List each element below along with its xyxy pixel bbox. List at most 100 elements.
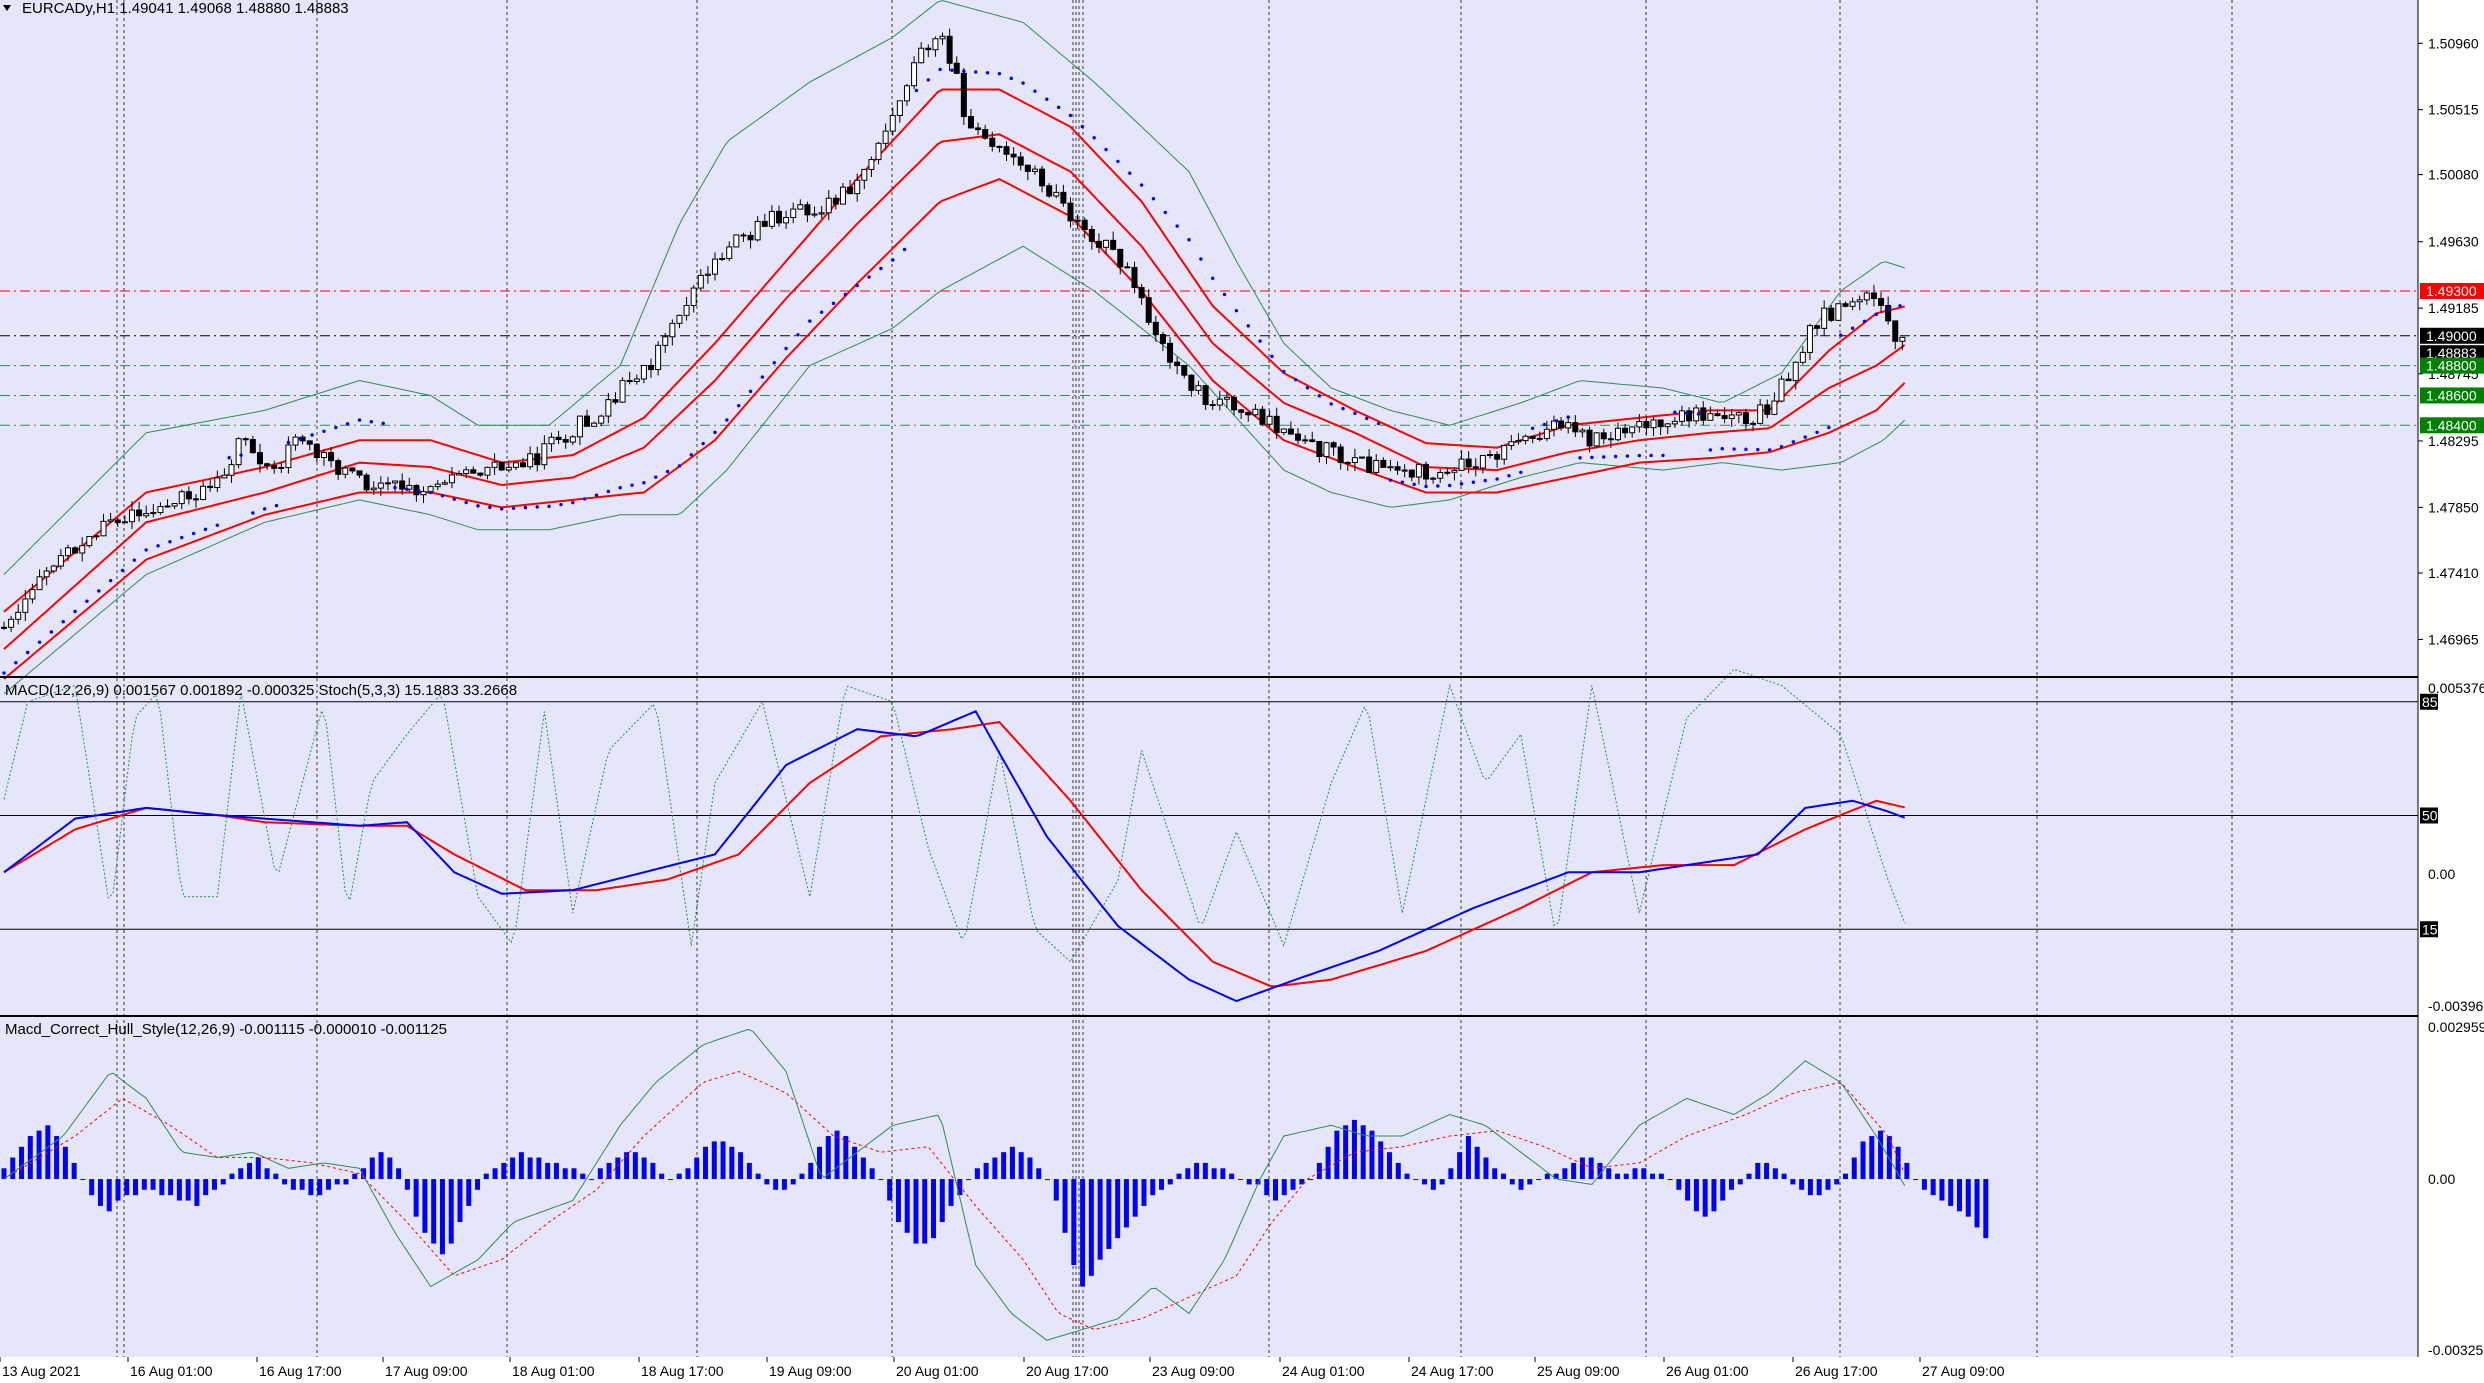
- candle-body[interactable]: [384, 482, 391, 485]
- candle-body[interactable]: [1401, 469, 1408, 472]
- candle-body[interactable]: [1039, 168, 1046, 187]
- candle-body[interactable]: [1280, 428, 1287, 433]
- candle-body[interactable]: [214, 477, 221, 489]
- candle-body[interactable]: [349, 467, 356, 472]
- candle-body[interactable]: [136, 509, 143, 517]
- candle-body[interactable]: [1337, 446, 1344, 463]
- candle-body[interactable]: [491, 461, 498, 468]
- candle-body[interactable]: [790, 208, 797, 218]
- candle-body[interactable]: [1714, 413, 1721, 417]
- candle-body[interactable]: [811, 213, 818, 216]
- candle-body[interactable]: [114, 519, 121, 524]
- candle-body[interactable]: [1607, 438, 1614, 441]
- candle-body[interactable]: [854, 179, 861, 195]
- candle-body[interactable]: [1174, 361, 1181, 367]
- candle-body[interactable]: [1188, 374, 1195, 391]
- candle-body[interactable]: [925, 47, 932, 51]
- candle-body[interactable]: [29, 589, 36, 600]
- candle-body[interactable]: [1707, 413, 1714, 421]
- candle-body[interactable]: [320, 452, 327, 459]
- candle-body[interactable]: [1074, 219, 1081, 222]
- candle-body[interactable]: [363, 474, 370, 491]
- candle-body[interactable]: [1309, 439, 1316, 442]
- candle-body[interactable]: [939, 35, 946, 40]
- candle-body[interactable]: [633, 378, 640, 382]
- candle-body[interactable]: [121, 521, 128, 524]
- candle-body[interactable]: [1799, 351, 1806, 363]
- candle-body[interactable]: [50, 565, 57, 572]
- candle-body[interactable]: [1351, 457, 1358, 464]
- candle-body[interactable]: [839, 186, 846, 205]
- candle-body[interactable]: [562, 439, 569, 443]
- candle-body[interactable]: [79, 545, 86, 554]
- candle-body[interactable]: [1536, 437, 1543, 440]
- candle-body[interactable]: [989, 137, 996, 147]
- candle-body[interactable]: [1245, 411, 1252, 416]
- candle-body[interactable]: [448, 474, 455, 484]
- candle-body[interactable]: [1721, 415, 1728, 419]
- candle-body[interactable]: [1778, 378, 1785, 402]
- candle-body[interactable]: [1543, 428, 1550, 440]
- candle-body[interactable]: [1650, 419, 1657, 429]
- candle-body[interactable]: [1657, 419, 1664, 428]
- candle-body[interactable]: [783, 216, 790, 224]
- candle-body[interactable]: [392, 480, 399, 484]
- candle-body[interactable]: [1678, 410, 1685, 422]
- candle-body[interactable]: [1842, 303, 1849, 307]
- candle-body[interactable]: [1287, 428, 1294, 435]
- candle-body[interactable]: [1643, 421, 1650, 429]
- candle-body[interactable]: [22, 598, 29, 613]
- candle-body[interactable]: [1053, 191, 1060, 197]
- candle-body[interactable]: [1515, 440, 1522, 443]
- candle-body[interactable]: [399, 480, 406, 490]
- candle-body[interactable]: [882, 130, 889, 144]
- trading-chart[interactable]: 1.509601.505151.500801.496301.491851.487…: [0, 0, 2484, 1383]
- candle-body[interactable]: [1138, 287, 1145, 299]
- candle-body[interactable]: [1195, 385, 1202, 391]
- candle-body[interactable]: [1892, 320, 1899, 342]
- candle-body[interactable]: [719, 257, 726, 260]
- candle-body[interactable]: [185, 491, 192, 500]
- candle-body[interactable]: [1323, 442, 1330, 458]
- candle-body[interactable]: [200, 485, 207, 500]
- candle-body[interactable]: [520, 462, 527, 468]
- candle-body[interactable]: [150, 512, 157, 515]
- candle-body[interactable]: [1273, 415, 1280, 433]
- candle-body[interactable]: [1828, 307, 1835, 321]
- candle-body[interactable]: [1728, 414, 1735, 419]
- candle-body[interactable]: [93, 535, 100, 538]
- candle-body[interactable]: [1209, 404, 1216, 407]
- candle-body[interactable]: [377, 482, 384, 489]
- candle-body[interactable]: [1159, 334, 1166, 344]
- candle-body[interactable]: [676, 314, 683, 324]
- candle-body[interactable]: [1017, 156, 1024, 166]
- candle-body[interactable]: [612, 399, 619, 403]
- candle-body[interactable]: [697, 274, 704, 289]
- candle-body[interactable]: [541, 443, 548, 466]
- candle-body[interactable]: [911, 62, 918, 87]
- candle-body[interactable]: [1031, 168, 1038, 172]
- candle-body[interactable]: [1472, 466, 1479, 469]
- candle-body[interactable]: [342, 467, 349, 475]
- candle-body[interactable]: [72, 547, 79, 554]
- candle-body[interactable]: [505, 466, 512, 471]
- candle-body[interactable]: [1387, 466, 1394, 469]
- candle-body[interactable]: [932, 38, 939, 51]
- candle-body[interactable]: [328, 452, 335, 462]
- candle-body[interactable]: [740, 234, 747, 237]
- candle-body[interactable]: [1373, 459, 1380, 473]
- candle-body[interactable]: [1117, 248, 1124, 268]
- candle-body[interactable]: [1856, 299, 1863, 303]
- candle-body[interactable]: [1252, 408, 1259, 416]
- candle-body[interactable]: [1430, 477, 1437, 480]
- candle-body[interactable]: [207, 485, 214, 489]
- candle-body[interactable]: [228, 464, 235, 476]
- candle-body[interactable]: [626, 380, 633, 383]
- candle-body[interactable]: [1664, 423, 1671, 428]
- candle-body[interactable]: [648, 365, 655, 371]
- candle-body[interactable]: [1359, 456, 1366, 459]
- candle-body[interactable]: [1508, 441, 1515, 446]
- candle-body[interactable]: [555, 436, 562, 441]
- candle-body[interactable]: [256, 452, 263, 465]
- candle-body[interactable]: [43, 570, 50, 578]
